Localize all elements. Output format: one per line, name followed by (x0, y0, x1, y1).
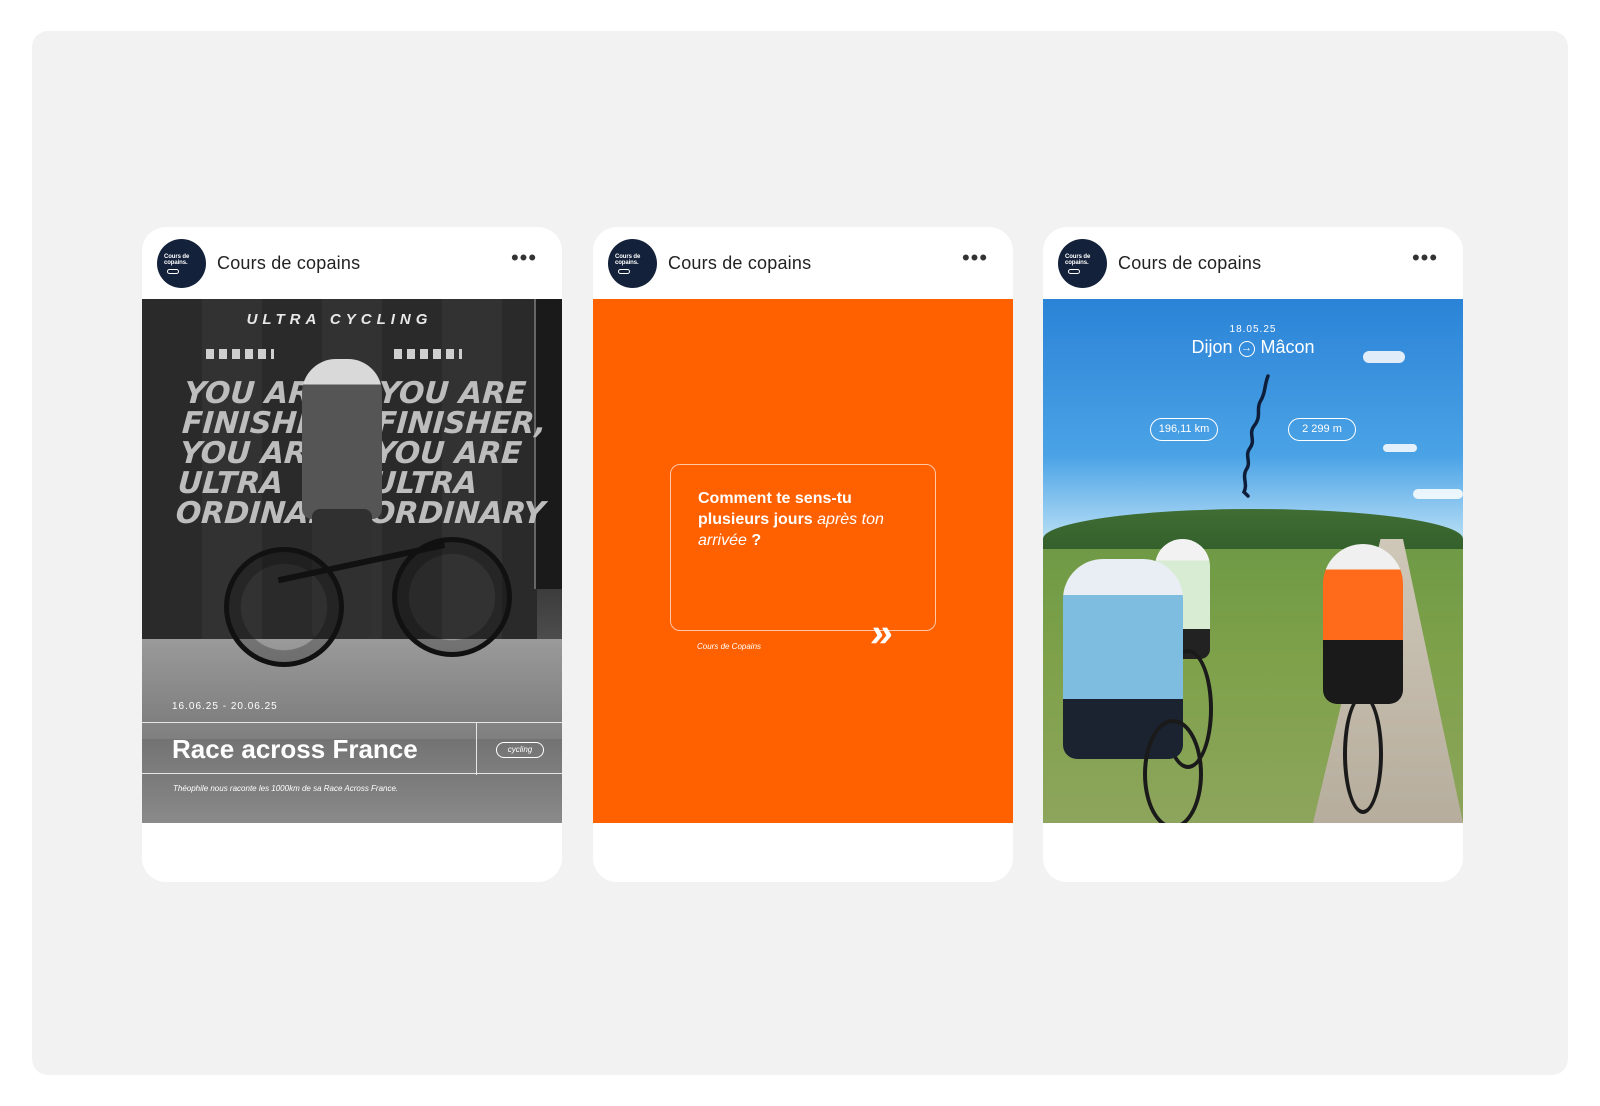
route-date: 18.05.25 (1229, 324, 1277, 335)
account-name[interactable]: Cours de copains (668, 253, 811, 274)
poster-title: Race across France (172, 734, 418, 764)
route-cities: Dijon → Mâcon (1043, 337, 1463, 358)
avatar-logo-mark (167, 269, 179, 274)
double-chevron-right-icon: » (867, 611, 897, 655)
more-options-button[interactable]: ••• (510, 247, 538, 275)
question-end: ? (746, 532, 762, 549)
post-header: Cours de copains. Cours de copains ••• (1043, 227, 1463, 299)
question-box: Comment te sens-tu plusieurs jours après… (670, 464, 936, 631)
distance-badge: 196,11 km (1150, 418, 1218, 441)
more-options-button[interactable]: ••• (961, 247, 989, 275)
post-header: Cours de copains. Cours de copains ••• (142, 227, 562, 299)
more-options-button[interactable]: ••• (1411, 247, 1439, 275)
post-image[interactable]: Comment te sens-tu plusieurs jours après… (593, 299, 1013, 823)
post-image[interactable]: 18.05.25 Dijon → Mâcon 196,11 km 2 299 m (1043, 299, 1463, 823)
post-card-route[interactable]: Cours de copains. Cours de copains ••• 1… (1043, 227, 1463, 882)
bike-wheel (1343, 694, 1383, 814)
cloud (1383, 444, 1417, 452)
account-name[interactable]: Cours de copains (1118, 253, 1261, 274)
route-from: Dijon (1191, 337, 1233, 357)
backdrop-header: ULTRA CYCLING (246, 311, 433, 328)
avatar-logo-mark (618, 269, 630, 274)
backdrop-slogan-right: YOU ARE FINISHER, YOU ARE ULTRA ORDINARY (368, 376, 548, 531)
route-to: Mâcon (1260, 337, 1315, 357)
brand-signature: Cours de Copains (697, 642, 762, 651)
category-tag: cycling (496, 742, 544, 758)
question-text: Comment te sens-tu plusieurs jours après… (698, 488, 898, 551)
arrow-right-circle-icon: → (1238, 341, 1255, 357)
rider-figure (302, 359, 382, 519)
cyclist-orange-jersey (1323, 544, 1403, 704)
sponsor-logos (206, 349, 274, 359)
elevation-badge: 2 299 m (1288, 418, 1356, 441)
bike-wheel (1143, 719, 1203, 823)
cloud (1413, 489, 1463, 499)
avatar-logo-mark (1068, 269, 1080, 274)
avatar-logo-text: Cours de copains. (615, 254, 641, 266)
route-trace (1241, 374, 1270, 498)
post-card-race-across-france[interactable]: Cours de copains. Cours de copains ••• U… (142, 227, 562, 882)
sponsor-logos (394, 349, 462, 359)
event-date-range: 16.06.25 - 20.06.25 (172, 701, 278, 712)
avatar-logo-text: Cours de copains. (1065, 254, 1091, 266)
post-card-question[interactable]: Cours de copains. Cours de copains ••• C… (593, 227, 1013, 882)
post-header: Cours de copains. Cours de copains ••• (593, 227, 1013, 299)
account-avatar[interactable]: Cours de copains. (157, 239, 206, 288)
poster-title-bar: Race across France cycling (142, 722, 562, 775)
poster-caption: Théophile nous raconte les 1000km de sa … (173, 784, 399, 793)
account-avatar[interactable]: Cours de copains. (608, 239, 657, 288)
avatar-logo-text: Cours de copains. (164, 254, 190, 266)
post-image[interactable]: ULTRA CYCLING YOU ARE FINISHER, YOU ARE … (142, 299, 562, 823)
account-avatar[interactable]: Cours de copains. (1058, 239, 1107, 288)
account-name[interactable]: Cours de copains (217, 253, 360, 274)
divider (476, 723, 477, 775)
